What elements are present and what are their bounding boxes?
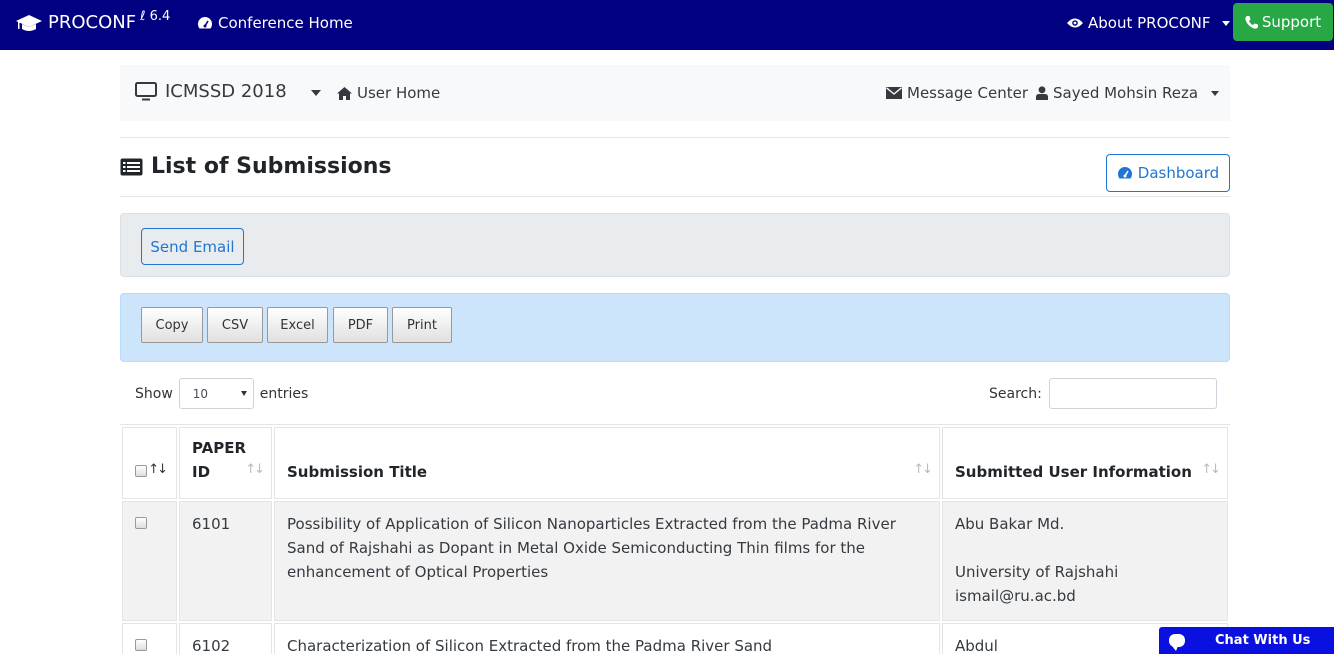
print-button[interactable]: Print <box>392 307 452 343</box>
home-icon <box>337 86 352 100</box>
conference-home-label: Conference Home <box>218 14 353 32</box>
about-label: About PROCONF <box>1088 14 1211 32</box>
conference-title[interactable]: ICMSSD 2018 <box>135 81 287 102</box>
sort-icon[interactable]: ↑↓ <box>148 458 168 482</box>
divider <box>120 196 1230 197</box>
submissions-table: ↑↓ PAPER ID ↑↓ Submission Title ↑↓ Submi… <box>120 424 1230 654</box>
pdf-button[interactable]: PDF <box>333 307 388 343</box>
header-select-all[interactable]: ↑↓ <box>122 427 177 499</box>
user-dropdown[interactable]: Sayed Mohsin Reza <box>1036 84 1220 102</box>
caret-down-icon <box>1211 90 1220 96</box>
user-name: Sayed Mohsin Reza <box>1053 84 1199 102</box>
user-home-label: User Home <box>357 84 441 102</box>
select-caret-icon <box>240 391 247 396</box>
conference-navbar: ICMSSD 2018 User Home Message Center Say… <box>120 65 1230 121</box>
send-email-button[interactable]: Send Email <box>141 228 244 265</box>
copy-button[interactable]: Copy <box>141 307 203 343</box>
about-dropdown[interactable]: About PROCONF <box>1067 14 1230 32</box>
conference-home-link[interactable]: Conference Home <box>197 14 353 32</box>
entries-label: entries <box>259 385 309 402</box>
submission-title-cell[interactable]: Possibility of Application of Silicon Na… <box>274 501 940 621</box>
user-name: Abu Bakar Md. <box>955 515 1065 533</box>
excel-button[interactable]: Excel <box>267 307 328 343</box>
desktop-icon <box>135 82 157 101</box>
graduation-cap-icon <box>16 14 42 31</box>
user-home-link[interactable]: User Home <box>337 84 440 102</box>
search-input[interactable] <box>1048 378 1217 409</box>
email-panel: Send Email <box>120 213 1230 277</box>
sort-icon[interactable]: ↑↓ <box>1201 458 1221 482</box>
select-all-checkbox[interactable] <box>135 465 147 477</box>
header-paper-id-label: PAPER ID <box>192 439 247 481</box>
header-user-info-label: Submitted User Information <box>955 463 1192 481</box>
dashboard-button[interactable]: Dashboard <box>1106 154 1230 192</box>
chat-label: Chat With Us <box>1215 633 1311 648</box>
conference-name: ICMSSD 2018 <box>165 81 287 102</box>
envelope-icon <box>886 87 902 99</box>
page-length-value: 10 <box>192 386 209 401</box>
page-title: List of Submissions <box>120 154 392 179</box>
table-row[interactable]: 6101 Possibility of Application of Silic… <box>122 501 1228 621</box>
paper-id-cell: 6101 <box>179 501 272 621</box>
version-number: 6.4 <box>149 9 171 24</box>
support-button[interactable]: Support <box>1233 3 1333 41</box>
row-checkbox[interactable] <box>135 639 147 651</box>
message-center-link[interactable]: Message Center <box>886 84 1028 102</box>
brand-link[interactable]: PROCONF ℓ 6.4 <box>16 9 170 33</box>
dashboard-label: Dashboard <box>1137 164 1220 182</box>
search-label: Search: <box>989 385 1042 402</box>
conference-dropdown-caret-icon[interactable] <box>311 90 321 96</box>
sort-icon[interactable]: ↑↓ <box>913 458 933 482</box>
eye-icon <box>1067 18 1083 28</box>
tachometer-icon <box>197 17 213 29</box>
row-select-cell <box>122 501 177 621</box>
divider <box>120 137 1230 138</box>
row-select-cell <box>122 623 177 654</box>
user-icon <box>1036 86 1048 100</box>
page-length-control: Show 10 entries <box>135 378 308 409</box>
csv-button[interactable]: CSV <box>207 307 263 343</box>
table-header-row: ↑↓ PAPER ID ↑↓ Submission Title ↑↓ Submi… <box>122 427 1228 499</box>
chat-bubble-icon <box>1169 634 1185 651</box>
page-length-select[interactable]: 10 <box>178 378 254 409</box>
sort-icon[interactable]: ↑↓ <box>245 458 265 482</box>
version-badge: ℓ 6.4 <box>140 9 170 24</box>
export-toolbar: Copy CSV Excel PDF Print <box>120 293 1230 362</box>
support-label: Support <box>1261 13 1322 31</box>
user-info-cell: Abu Bakar Md. University of Rajshahi ism… <box>942 501 1228 621</box>
user-email: ismail@ru.ac.bd <box>955 587 1076 605</box>
table-row[interactable]: 6102 Characterization of Silicon Extract… <box>122 623 1228 654</box>
message-center-label: Message Center <box>907 84 1028 102</box>
header-user-info[interactable]: Submitted User Information ↑↓ <box>942 427 1228 499</box>
header-title-label: Submission Title <box>287 463 428 481</box>
table-search: Search: <box>989 378 1217 409</box>
list-alt-icon <box>120 158 143 175</box>
row-checkbox[interactable] <box>135 517 147 529</box>
header-paper-id[interactable]: PAPER ID ↑↓ <box>179 427 272 499</box>
tachometer-icon <box>1117 167 1132 179</box>
page-title-text: List of Submissions <box>151 154 392 179</box>
top-navbar: PROCONF ℓ 6.4 Conference Home About PROC… <box>0 0 1334 50</box>
version-symbol: ℓ <box>140 9 150 24</box>
user-organization: University of Rajshahi <box>955 563 1119 581</box>
paper-id-cell: 6102 <box>179 623 272 654</box>
header-submission-title[interactable]: Submission Title ↑↓ <box>274 427 940 499</box>
show-label: Show <box>135 385 173 402</box>
submission-title-cell[interactable]: Characterization of Silicon Extracted fr… <box>274 623 940 654</box>
brand-name: PROCONF <box>48 12 137 33</box>
phone-icon <box>1245 15 1258 29</box>
chat-widget-button[interactable]: Chat With Us <box>1159 627 1334 654</box>
caret-down-icon <box>1221 20 1230 26</box>
